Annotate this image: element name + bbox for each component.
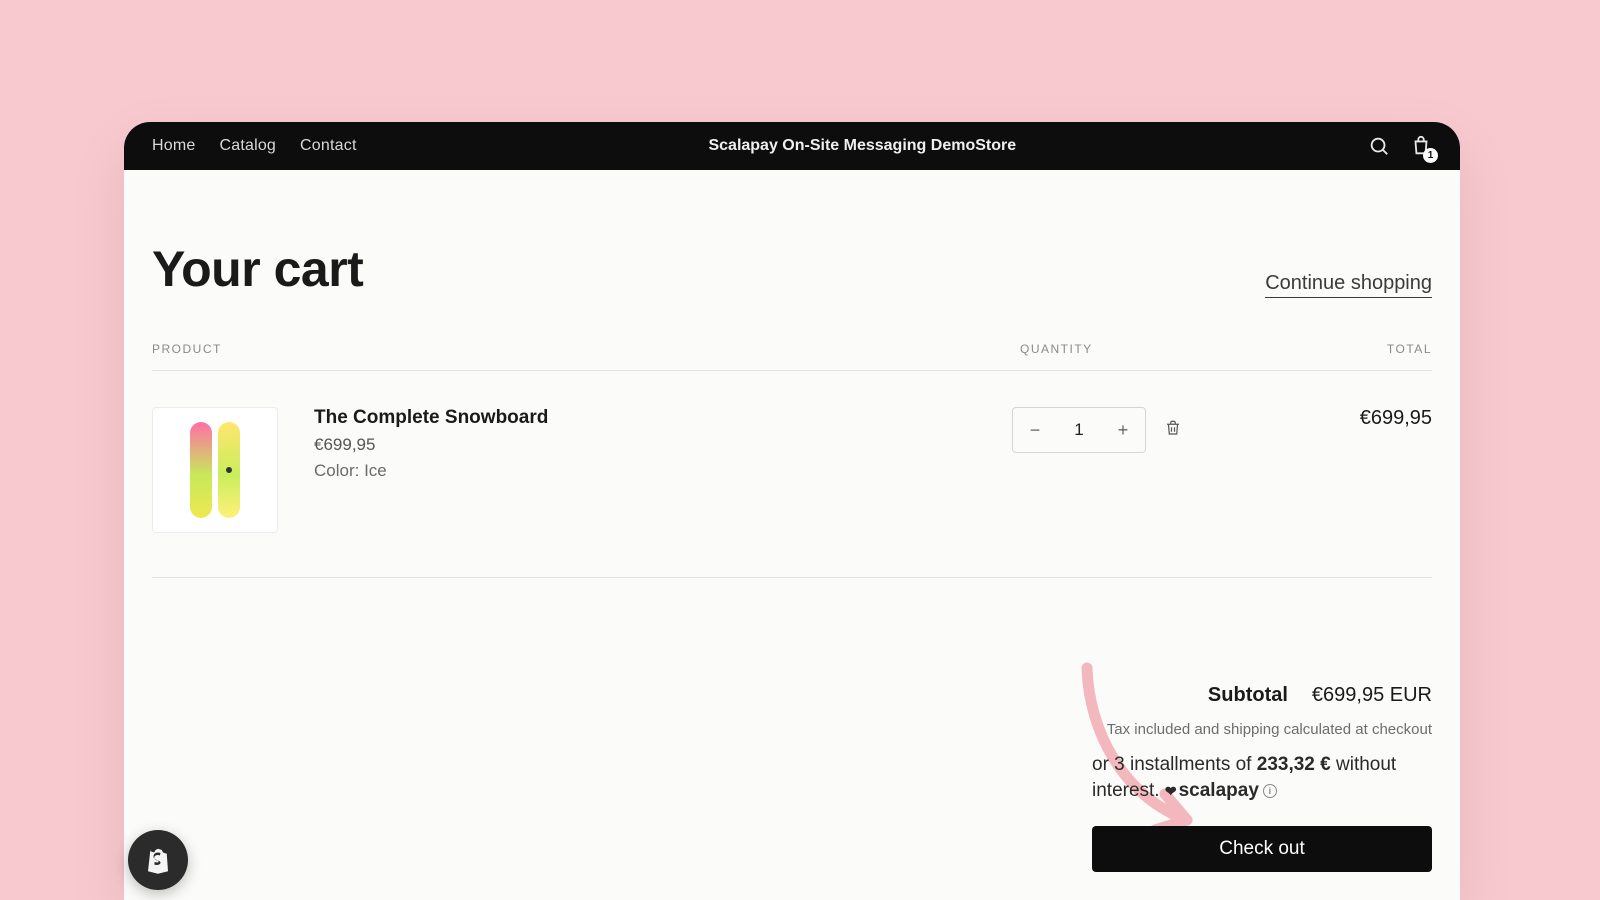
product-name[interactable]: The Complete Snowboard [314,407,548,429]
checkout-button[interactable]: Check out [1092,826,1432,872]
brand-name: scalapay [1179,778,1259,804]
qty-decrease-button[interactable]: − [1013,420,1057,441]
subtotal-label: Subtotal [1208,684,1288,707]
nav-contact[interactable]: Contact [300,137,357,155]
heart-icon: ❤ [1165,782,1177,801]
th-total: TOTAL [1232,342,1432,356]
cart-item-row: The Complete Snowboard €699,95 Color: Ic… [152,371,1432,569]
info-icon[interactable]: i [1263,784,1277,798]
product-variant: Color: Ice [314,461,548,481]
installment-message: or 3 installments of 233,32 € without in… [1092,752,1432,804]
nav-home[interactable]: Home [152,137,195,155]
nav-catalog[interactable]: Catalog [219,137,276,155]
quantity-stepper: − 1 + [1012,407,1146,453]
line-total: €699,95 [1232,407,1432,430]
nav-links: Home Catalog Contact [152,137,357,155]
tax-note: Tax included and shipping calculated at … [1107,721,1432,738]
cart-table-header: PRODUCT QUANTITY TOTAL [152,342,1432,371]
store-title: Scalapay On-Site Messaging DemoStore [708,137,1016,155]
qty-increase-button[interactable]: + [1101,420,1145,441]
th-quantity: QUANTITY [1012,342,1232,356]
continue-shopping-link[interactable]: Continue shopping [1265,272,1432,298]
cart-count-badge: 1 [1423,148,1438,163]
top-navbar: Home Catalog Contact Scalapay On-Site Me… [124,122,1460,170]
scalapay-badge[interactable]: ❤scalapay i [1165,778,1277,804]
product-thumbnail[interactable] [152,407,278,533]
qty-value: 1 [1057,420,1101,440]
divider [152,577,1432,578]
msg-amount: 233,32 € [1257,754,1331,775]
page-title: Your cart [152,240,363,298]
search-icon[interactable] [1368,135,1390,157]
cart-icon[interactable]: 1 [1410,135,1432,157]
remove-item-button[interactable] [1164,419,1182,442]
product-price: €699,95 [314,435,548,455]
cart-window: Home Catalog Contact Scalapay On-Site Me… [124,122,1460,900]
subtotal-value: €699,95 EUR [1312,684,1432,707]
msg-pre: or 3 installments of [1092,754,1257,775]
cart-summary: Subtotal €699,95 EUR Tax included and sh… [1092,684,1432,872]
shopify-bubble[interactable] [128,830,188,890]
th-product: PRODUCT [152,342,1012,356]
